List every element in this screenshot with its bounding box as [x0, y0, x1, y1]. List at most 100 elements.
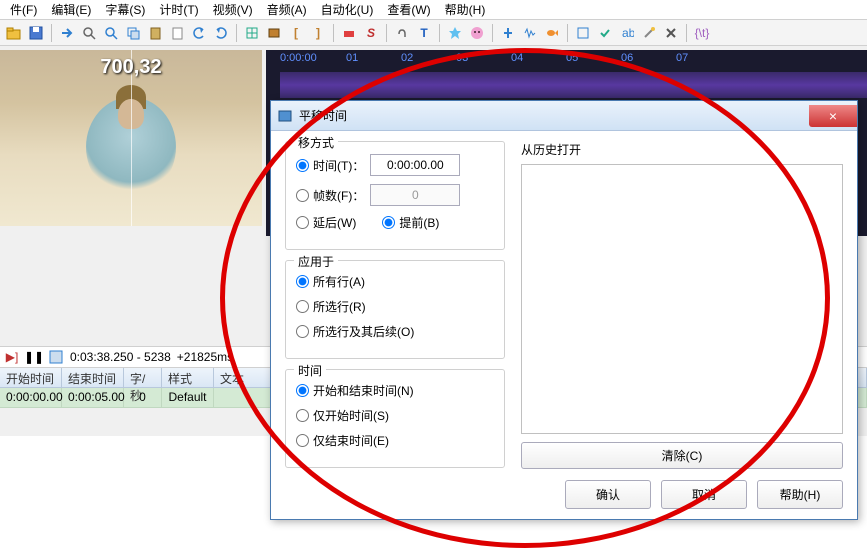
time-ruler: 0:00:00 01 02 03 04 05 06 07 [266, 50, 867, 70]
spellcheck-icon[interactable]: ab [617, 23, 637, 43]
times-group: 时间 开始和结束时间(N) 仅开始时间(S) 仅结束时间(E) [285, 369, 505, 468]
arrow-right-icon[interactable] [57, 23, 77, 43]
col-end[interactable]: 结束时间 [62, 368, 124, 387]
shift-times-dialog: 平移时间 × 移方式 时间(T)： 帧数(F)： 延后(W) 提前(B) [270, 100, 858, 520]
radio-backward[interactable]: 延后(W) [296, 214, 356, 231]
cell-start: 0:00:00.00 [0, 388, 62, 407]
audio-waveform-band [280, 72, 867, 98]
menu-file[interactable]: 件(F) [4, 0, 43, 20]
menu-video[interactable]: 视频(V) [207, 0, 259, 20]
zoom-icon[interactable] [101, 23, 121, 43]
doc-icon[interactable] [167, 23, 187, 43]
wand-icon[interactable] [639, 23, 659, 43]
grid-icon[interactable] [242, 23, 262, 43]
frames-input[interactable] [370, 184, 460, 206]
col-start[interactable]: 开始时间 [0, 368, 62, 387]
ruler-tick: 04 [511, 52, 523, 64]
close-button[interactable]: × [809, 105, 857, 127]
radio-all-rows[interactable]: 所有行(A) [296, 273, 365, 290]
radio-selection-onward[interactable]: 所选行及其后续(O) [296, 323, 414, 340]
separator [51, 24, 52, 42]
apply-to-title: 应用于 [294, 253, 338, 270]
menu-audio[interactable]: 音频(A) [261, 0, 313, 20]
save-icon[interactable] [26, 23, 46, 43]
undo-icon[interactable] [189, 23, 209, 43]
waveform-icon[interactable] [520, 23, 540, 43]
assistant-icon[interactable] [467, 23, 487, 43]
snap-icon[interactable] [498, 23, 518, 43]
separator [686, 24, 687, 42]
font-icon[interactable]: T [414, 23, 434, 43]
check-icon[interactable] [595, 23, 615, 43]
video-preview[interactable]: 700,32 [0, 50, 262, 226]
dialog-title: 平移时间 [299, 107, 347, 124]
paste-icon[interactable] [145, 23, 165, 43]
separator [439, 24, 440, 42]
resample-icon[interactable] [573, 23, 593, 43]
star-icon[interactable] [445, 23, 465, 43]
playback-time: 0:03:38.250 - 5238 [70, 350, 171, 364]
menu-timing[interactable]: 计时(T) [153, 0, 204, 20]
help-button[interactable]: 帮助(H) [757, 480, 843, 509]
shift-times-icon[interactable] [339, 23, 359, 43]
times-title: 时间 [294, 362, 326, 379]
radio-start-only[interactable]: 仅开始时间(S) [296, 407, 389, 424]
separator [236, 24, 237, 42]
radio-forward[interactable]: 提前(B) [382, 214, 439, 231]
menu-help[interactable]: 帮助(H) [439, 0, 492, 20]
fish-icon[interactable] [542, 23, 562, 43]
ruler-tick: 07 [676, 52, 688, 64]
menu-subtitle[interactable]: 字幕(S) [99, 0, 151, 20]
radio-end-only[interactable]: 仅结束时间(E) [296, 432, 389, 449]
radio-selected-rows[interactable]: 所选行(R) [296, 298, 366, 315]
pause-icon[interactable]: ❚❚ [26, 349, 42, 365]
ruler-tick: 03 [456, 52, 468, 64]
cell-style: Default [162, 388, 214, 407]
dialog-titlebar[interactable]: 平移时间 × [271, 101, 857, 131]
separator [333, 24, 334, 42]
col-style[interactable]: 样式 [162, 368, 214, 387]
shift-by-title: 移方式 [294, 134, 338, 151]
menu-automation[interactable]: 自动化(U) [315, 0, 380, 20]
bracket-left-icon[interactable]: [ [286, 23, 306, 43]
playback-offset: +21825ms [177, 350, 233, 364]
style-s-icon[interactable]: S [361, 23, 381, 43]
separator [386, 24, 387, 42]
menu-bar: 件(F) 编辑(E) 字幕(S) 计时(T) 视频(V) 音频(A) 自动化(U… [0, 0, 867, 20]
history-listbox[interactable] [521, 164, 843, 434]
ruler-tick: 05 [566, 52, 578, 64]
video-timestamp: 700,32 [100, 56, 161, 79]
copy-icon[interactable] [123, 23, 143, 43]
col-cps[interactable]: 字/秒 [124, 368, 162, 387]
apply-to-group: 应用于 所有行(A) 所选行(R) 所选行及其后续(O) [285, 260, 505, 359]
open-icon[interactable] [4, 23, 24, 43]
play-range-icon[interactable]: ▶] [4, 349, 20, 365]
settings-icon[interactable] [661, 23, 681, 43]
film-icon[interactable] [264, 23, 284, 43]
ok-button[interactable]: 确认 [565, 480, 651, 509]
svg-text:ab: ab [622, 26, 634, 40]
separator [567, 24, 568, 42]
time-input[interactable] [370, 154, 460, 176]
redo-icon[interactable] [211, 23, 231, 43]
attach-icon[interactable] [392, 23, 412, 43]
clear-button[interactable]: 清除(C) [521, 442, 843, 469]
ruler-tick: 02 [401, 52, 413, 64]
menu-edit[interactable]: 编辑(E) [45, 0, 97, 20]
shift-by-group: 移方式 时间(T)： 帧数(F)： 延后(W) 提前(B) [285, 141, 505, 250]
radio-time[interactable]: 时间(T)： [296, 157, 364, 174]
menu-view[interactable]: 查看(W) [381, 0, 436, 20]
autoscroll-icon[interactable] [48, 349, 64, 365]
radio-start-end[interactable]: 开始和结束时间(N) [296, 382, 414, 399]
bracket-right-icon[interactable]: ] [308, 23, 328, 43]
cancel-button[interactable]: 取消 [661, 480, 747, 509]
search-icon[interactable] [79, 23, 99, 43]
tag-icon[interactable]: {\t} [692, 23, 712, 43]
ruler-tick: 0:00:00 [280, 52, 317, 64]
cell-cps: 0 [124, 388, 162, 407]
radio-frames[interactable]: 帧数(F)： [296, 187, 364, 204]
history-label: 从历史打开 [521, 141, 843, 158]
dialog-icon [277, 108, 293, 124]
ruler-tick: 06 [621, 52, 633, 64]
separator [492, 24, 493, 42]
